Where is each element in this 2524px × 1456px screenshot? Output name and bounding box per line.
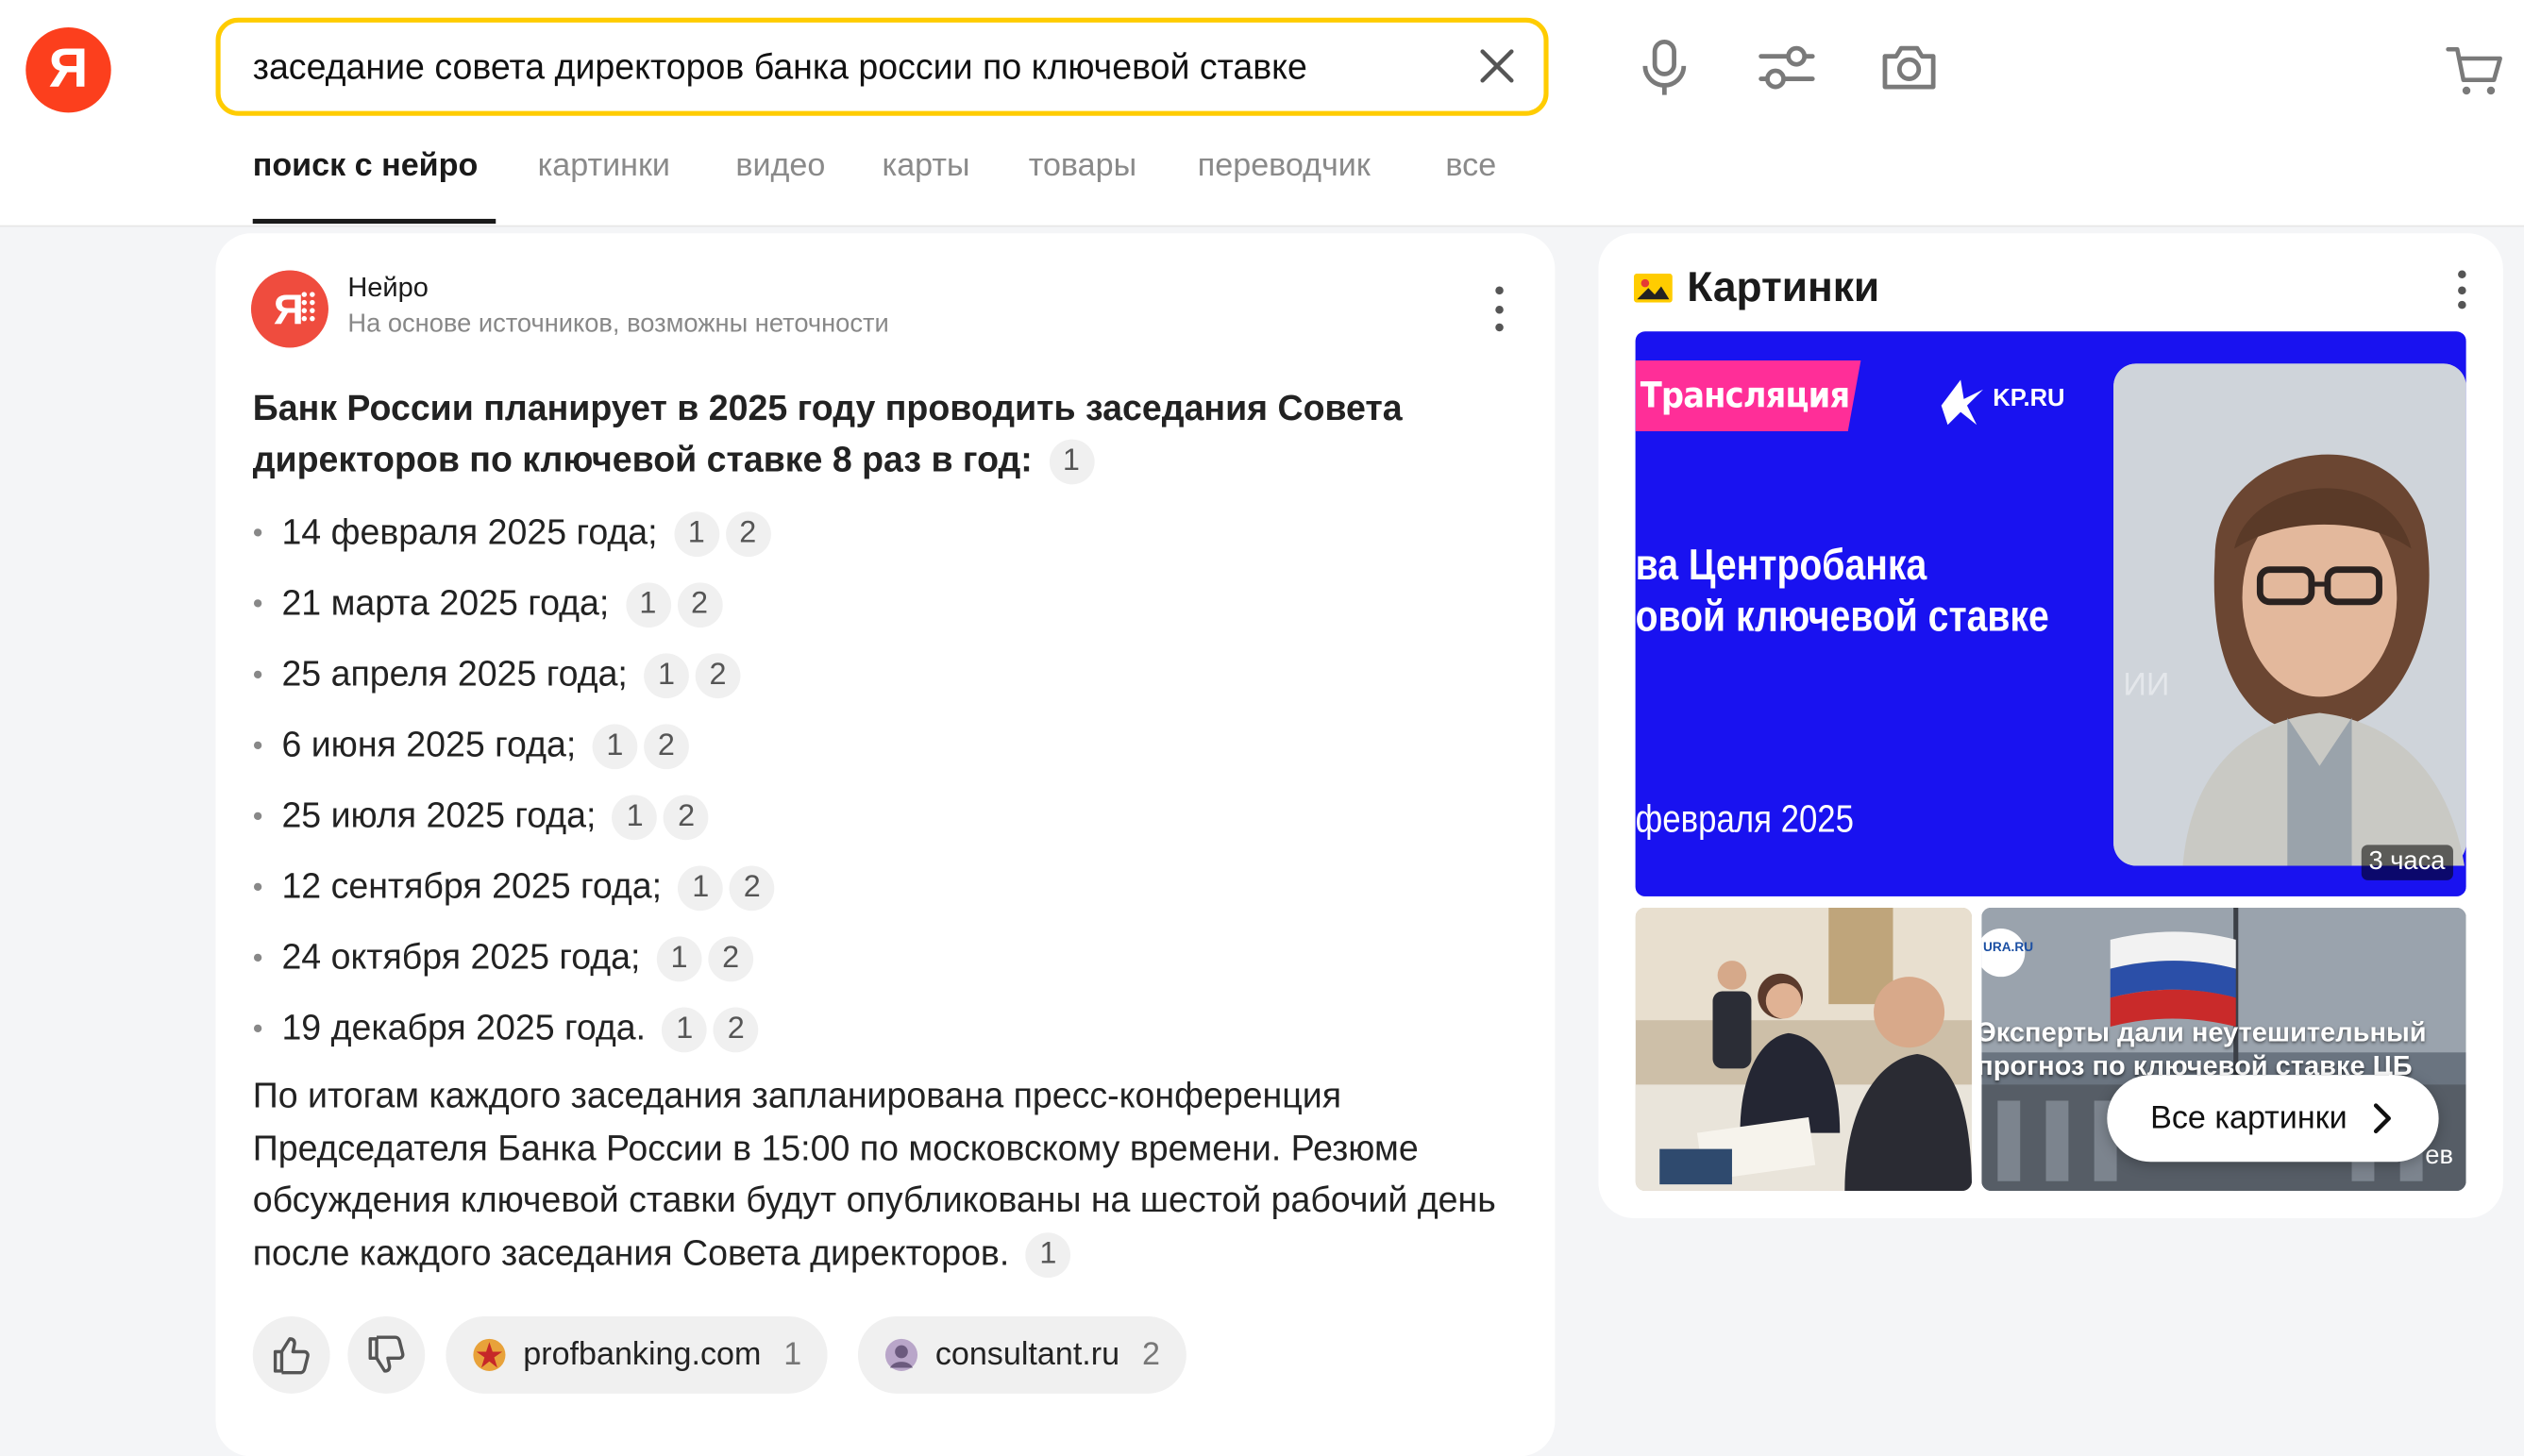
tab-translator[interactable]: переводчик [1198,148,1371,185]
tab-video[interactable]: видео [735,148,825,185]
active-tab-underline [252,218,496,225]
all-images-button[interactable]: Все картинки [2107,1075,2439,1163]
thumb-corner-fragment: ев [2425,1142,2453,1170]
list-item: 19 декабря 2025 года. 12 [253,999,1508,1070]
citation-badge[interactable]: 1 [1025,1231,1071,1278]
image-age-badge: 3 часа [2360,845,2453,880]
headline-line-1: ва Центробанка [1635,541,1927,590]
header: Я поиск с нейро [0,0,2524,227]
clear-search-icon[interactable] [1472,42,1521,90]
citation-badge[interactable]: 2 [713,1007,759,1053]
overlay-fragment: ИИ [2123,667,2170,704]
cart-icon[interactable] [2444,39,2505,100]
search-input[interactable] [252,22,1444,111]
citation-badge[interactable]: 2 [664,795,710,841]
thumbs-up-button[interactable] [252,1315,330,1394]
list-item: 25 июля 2025 года; 12 [253,787,1508,858]
citation-badge[interactable]: 1 [673,511,719,558]
images-card: Картинки Трансляция KP.RU ва Центробанка… [1598,233,2503,1218]
thumb-caption-line-1: Эксперты дали неутешительный [1981,1016,2427,1048]
search-box[interactable] [215,17,1549,116]
source-chip-consultant[interactable]: consultant.ru 2 [857,1315,1186,1394]
yandex-logo[interactable]: Я [25,26,111,113]
date-text: 12 сентября 2025 года; [281,865,663,907]
answer-headline-text: Банк России планирует в 2025 году провод… [252,387,1403,480]
date-text: 21 марта 2025 года; [281,582,610,623]
neuro-answer-card: Я Нейро На основе источников, возможны н… [215,233,1556,1456]
headline-line-2: овой ключевой ставке [1635,592,2049,641]
citation-badge[interactable]: 1 [592,724,638,770]
list-item: 21 марта 2025 года; 12 [253,575,1508,645]
neuro-more-menu-icon[interactable] [1490,286,1506,332]
citation-badge[interactable]: 1 [656,936,702,982]
neuro-logo-icon: Я [251,270,328,348]
consultant-favicon-icon [884,1338,918,1371]
neuro-name: Нейро [347,272,429,303]
thumbs-down-icon [368,1335,405,1373]
list-item: 14 февраля 2025 года; 12 [253,504,1508,575]
thumbs-down-button[interactable] [347,1315,426,1394]
answer-headline: Банк России планирует в 2025 году провод… [253,383,1508,486]
citation-badge[interactable]: 2 [695,653,741,699]
citation-badge[interactable]: 2 [729,865,775,912]
date-text: 25 апреля 2025 года; [281,653,628,695]
tab-neuro[interactable]: поиск с нейро [253,148,479,185]
citation-badge[interactable]: 1 [625,582,671,628]
date-text: 6 июня 2025 года; [281,724,577,765]
meeting-photo-image [1635,907,1973,1191]
image-result-thumb-1[interactable] [1635,907,1973,1191]
date-text: 24 октября 2025 года; [281,936,641,978]
ura-source-badge: URA.RU [1983,939,2034,955]
images-more-menu-icon[interactable] [2453,270,2469,310]
svg-text:Я: Я [274,287,304,333]
citation-badge[interactable]: 2 [677,582,722,628]
camera-icon[interactable] [1876,36,1941,100]
source-domain: profbanking.com [523,1336,762,1372]
tab-images[interactable]: картинки [538,148,670,185]
date-text: 25 июля 2025 года; [281,795,597,836]
tab-all[interactable]: все [1445,148,1496,185]
microphone-icon[interactable] [1632,36,1696,100]
citation-badge[interactable]: 2 [708,936,754,982]
source-number: 1 [783,1336,802,1372]
date-text: 19 декабря 2025 года. [281,1007,647,1048]
citation-badge[interactable]: 2 [644,724,689,770]
answer-paragraph: По итогам каждого заседания запланирован… [253,1070,1524,1280]
date-text: 14 февраля 2025 года; [281,511,658,552]
image-result-main[interactable]: Трансляция KP.RU ва Центробанка овой клю… [1635,331,2466,896]
citation-badge[interactable]: 1 [612,795,658,841]
list-item: 24 октября 2025 года; 12 [253,929,1508,999]
images-icon [1633,273,1673,302]
profbanking-favicon-icon [473,1338,506,1371]
chevron-right-icon [2374,1103,2392,1134]
neuro-disclaimer: На основе источников, возможны неточност… [347,310,889,339]
meeting-dates-list: 14 февраля 2025 года; 12 21 марта 2025 г… [253,504,1508,1070]
broadcast-date: февраля 2025 [1635,797,1855,842]
tab-maps[interactable]: карты [883,148,970,185]
citation-badge[interactable]: 1 [644,653,689,699]
list-item: 12 сентября 2025 года; 12 [253,858,1508,929]
kp-brand-label: KP.RU [1993,384,2065,412]
answer-paragraph-text: По итогам каждого заседания запланирован… [252,1075,1496,1273]
source-number: 2 [1141,1336,1160,1372]
images-card-title[interactable]: Картинки [1633,261,1880,312]
citation-badge[interactable]: 2 [725,511,771,558]
broadcast-tag: Трансляция [1640,377,1850,417]
tab-products[interactable]: товары [1029,148,1136,185]
images-title-text: Картинки [1687,261,1880,311]
list-item: 6 июня 2025 года; 12 [253,716,1508,787]
all-images-label: Все картинки [2150,1099,2347,1136]
filters-icon[interactable] [1755,36,1819,100]
thumbs-up-icon [273,1337,310,1375]
citation-badge[interactable]: 1 [678,865,724,912]
source-chip-profbanking[interactable]: profbanking.com 1 [446,1315,828,1394]
citation-badge[interactable]: 1 [662,1007,708,1053]
source-domain: consultant.ru [934,1336,1120,1372]
list-item: 25 апреля 2025 года; 12 [253,645,1508,716]
citation-badge[interactable]: 1 [1049,439,1094,485]
